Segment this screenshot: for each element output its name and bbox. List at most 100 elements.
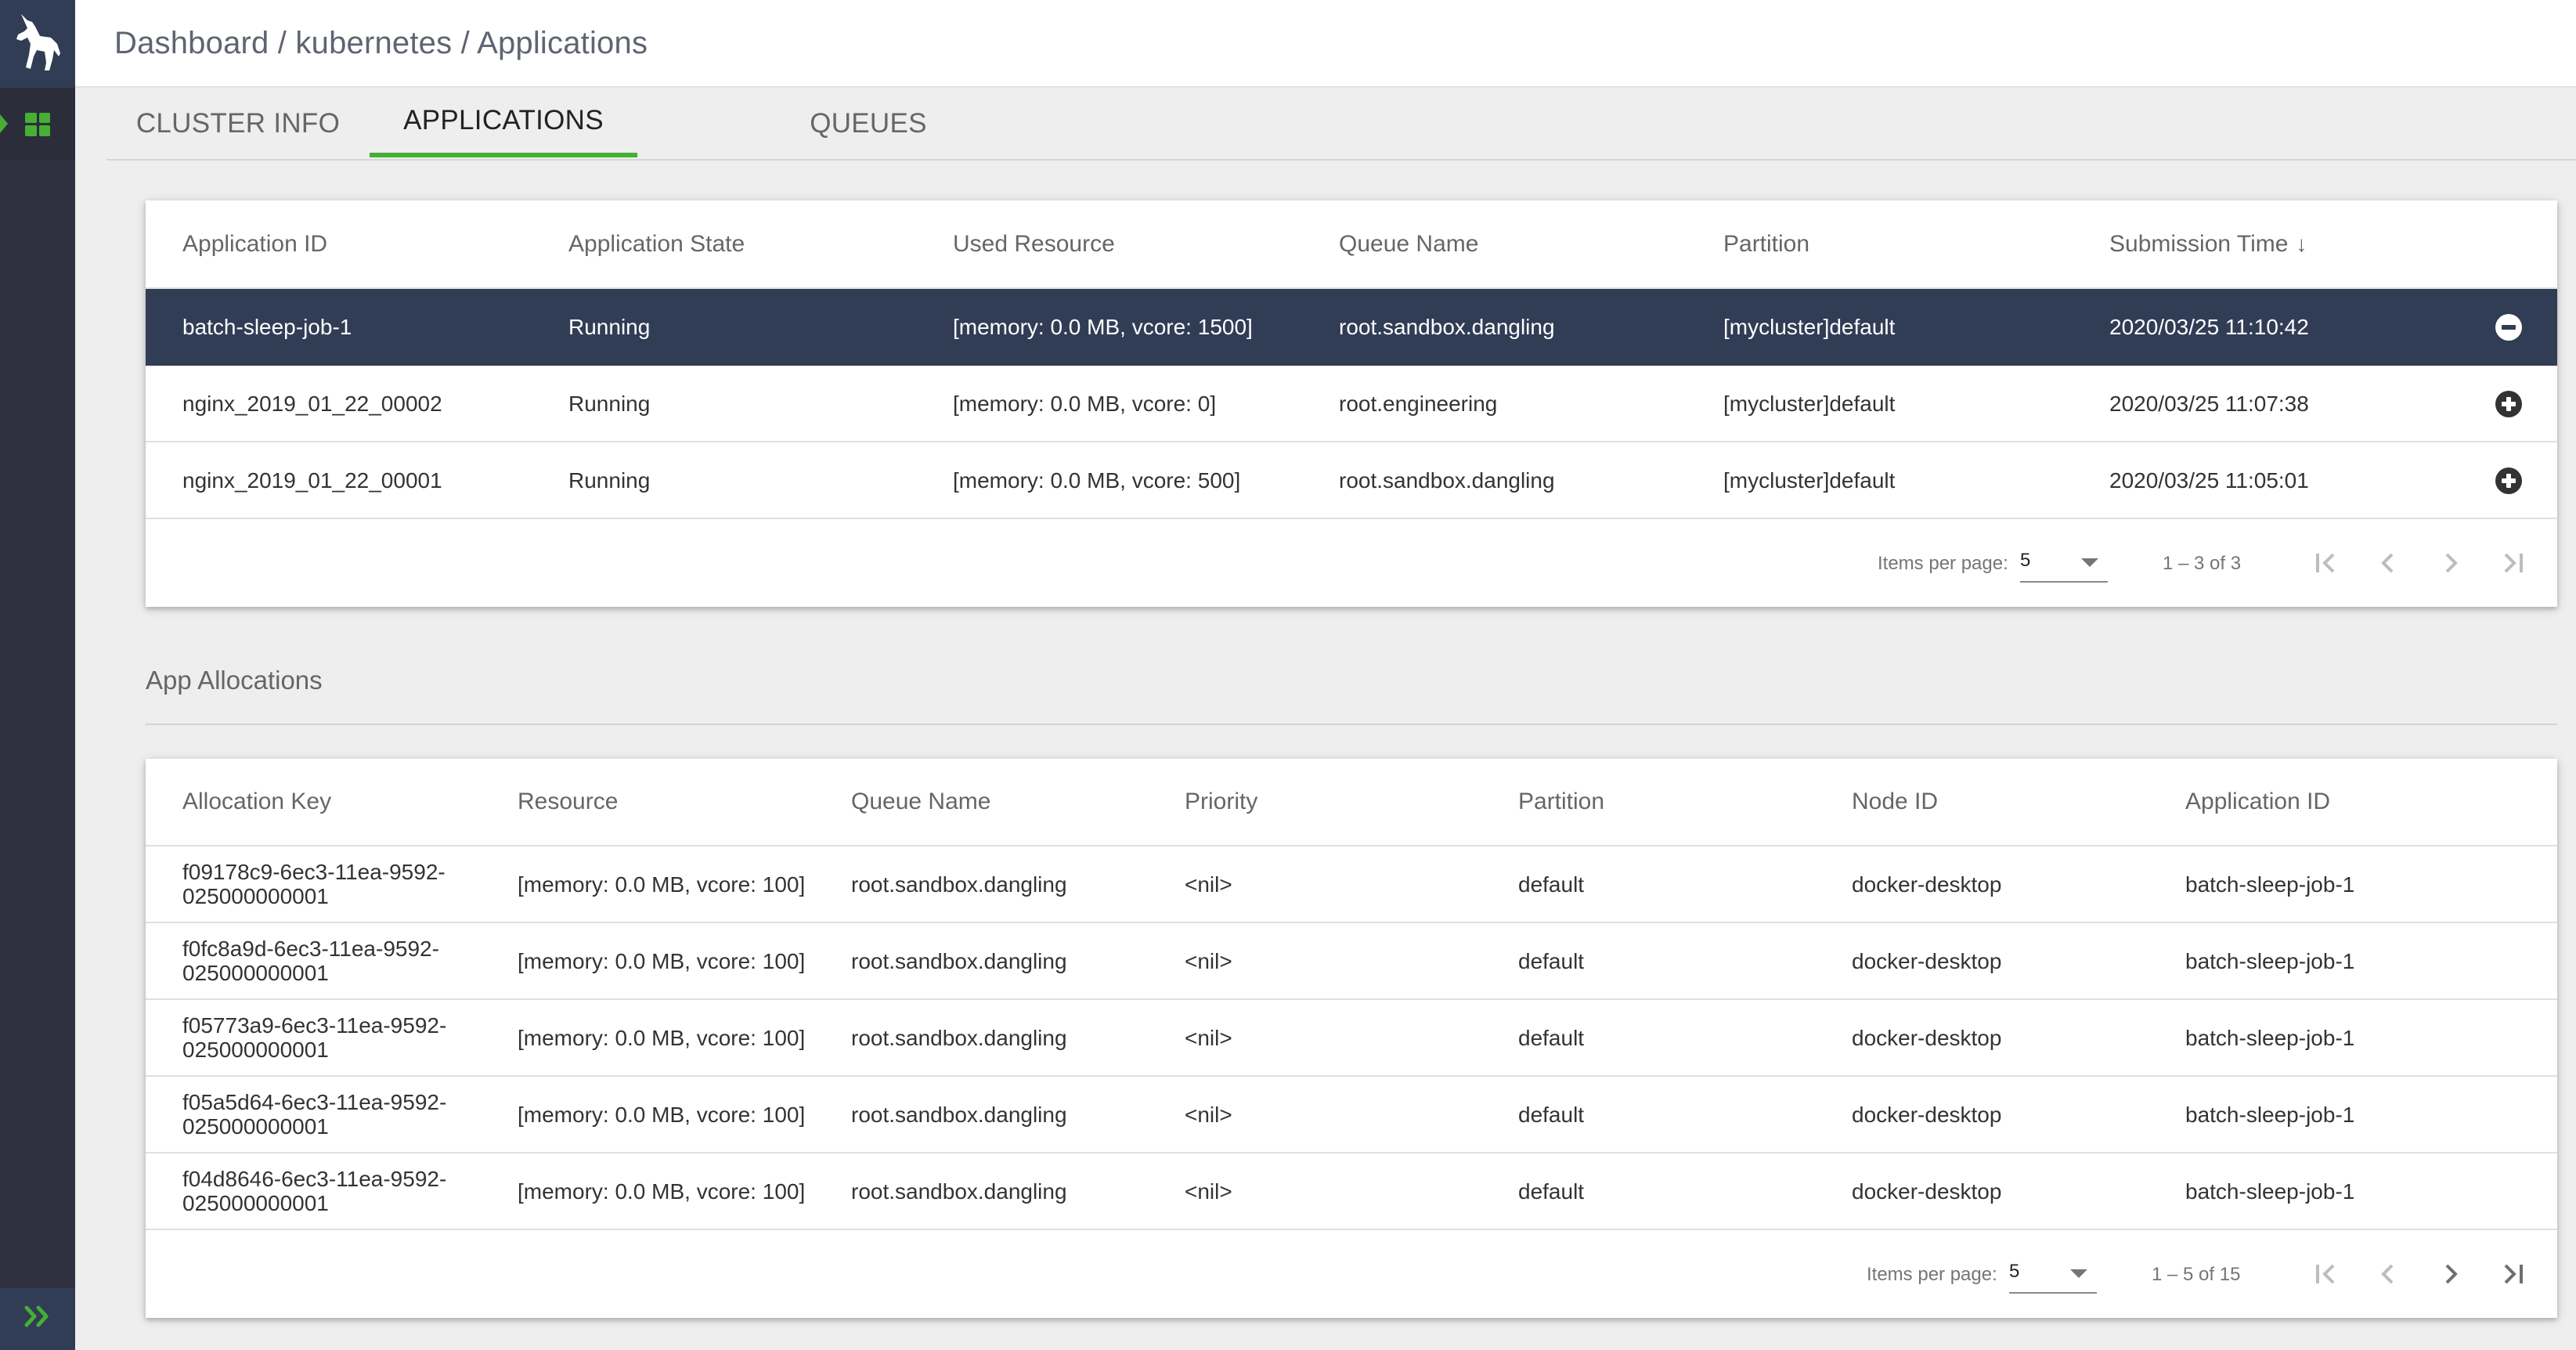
paginator: Items per page: 5 1 – 5 of 15 (146, 1231, 2557, 1318)
cell-node-id: docker-desktop (1852, 1179, 2002, 1204)
logo[interactable] (0, 0, 75, 88)
cell-application-state: Running (568, 391, 651, 416)
column-header-node-id[interactable]: Node ID (1852, 759, 1938, 845)
first-page-button[interactable] (2308, 1256, 2344, 1292)
cell-application-id: batch-sleep-job-1 (2185, 948, 2355, 973)
range-label: 1 – 5 of 15 (2152, 1263, 2241, 1285)
expand-sidebar-button[interactable] (0, 1288, 75, 1350)
cell-used-resource: [memory: 0.0 MB, vcore: 500] (953, 467, 1241, 493)
chevron-right-icon (2445, 553, 2458, 573)
items-per-page-value: 5 (2009, 1261, 2020, 1282)
cell-application-id: batch-sleep-job-1 (2185, 1025, 2355, 1050)
column-header-allocation-key[interactable]: Allocation Key (182, 759, 331, 845)
column-header-priority[interactable]: Priority (1185, 759, 1257, 845)
column-header-queue-name[interactable]: Queue Name (851, 759, 990, 845)
cell-partition: [mycluster]default (1723, 391, 1896, 416)
previous-page-button[interactable] (2370, 1256, 2406, 1292)
chevron-right-icon (2445, 1264, 2458, 1284)
unicorn-logo-icon (10, 11, 65, 78)
last-page-icon (2504, 553, 2523, 573)
cell-allocation-key: f05a5d64-6ec3-11ea-9592-025000000001 (182, 1090, 447, 1139)
cell-node-id: docker-desktop (1852, 1102, 2002, 1127)
table-row[interactable]: batch-sleep-job-1 Running [memory: 0.0 M… (146, 289, 2557, 366)
cell-allocation-key: f04d8646-6ec3-11ea-9592-025000000001 (182, 1167, 447, 1215)
cell-queue-name: root.engineering (1339, 391, 1498, 416)
previous-page-button[interactable] (2370, 545, 2406, 581)
cell-resource: [memory: 0.0 MB, vcore: 100] (518, 872, 806, 897)
items-per-page-label: Items per page: (1867, 1263, 1997, 1285)
cell-queue-name: root.sandbox.dangling (851, 872, 1067, 897)
table-row[interactable]: nginx_2019_01_22_00002 Running [memory: … (146, 366, 2557, 442)
cell-resource: [memory: 0.0 MB, vcore: 100] (518, 948, 806, 973)
cell-partition: default (1518, 1179, 1585, 1204)
cell-priority: <nil> (1185, 1179, 1232, 1204)
breadcrumb: Dashboard / kubernetes / Applications (114, 25, 648, 60)
column-header-partition[interactable]: Partition (1518, 759, 1604, 845)
items-per-page-value: 5 (2020, 550, 2031, 571)
next-page-button[interactable] (2433, 545, 2469, 581)
applications-table: Application ID Application State Used Re… (146, 200, 2557, 607)
column-header-application-state[interactable]: Application State (568, 200, 745, 287)
cell-application-id: batch-sleep-job-1 (2185, 1179, 2355, 1204)
table-row[interactable]: f05a5d64-6ec3-11ea-9592-025000000001 [me… (146, 1077, 2557, 1153)
column-header-queue-name[interactable]: Queue Name (1339, 200, 1478, 287)
section-title-app-allocations: App Allocations (146, 666, 323, 695)
active-indicator-icon (0, 114, 8, 133)
cell-application-state: Running (568, 467, 651, 493)
column-header-resource[interactable]: Resource (518, 759, 618, 845)
cell-queue-name: root.sandbox.dangling (851, 1179, 1067, 1204)
cell-application-id: batch-sleep-job-1 (2185, 872, 2355, 897)
items-per-page-select[interactable]: 5 (2009, 1254, 2097, 1294)
cell-node-id: docker-desktop (1852, 948, 2002, 973)
plus-circle-icon[interactable] (2495, 391, 2522, 417)
table-row[interactable]: nginx_2019_01_22_00001 Running [memory: … (146, 442, 2557, 519)
cell-partition: default (1518, 872, 1585, 897)
cell-priority: <nil> (1185, 872, 1232, 897)
tab-queues[interactable]: QUEUES (702, 88, 1035, 159)
cell-submission-time: 2020/03/25 11:07:38 (2109, 391, 2309, 416)
range-label: 1 – 3 of 3 (2163, 552, 2242, 574)
table-row[interactable]: f09178c9-6ec3-11ea-9592-025000000001 [me… (146, 846, 2557, 923)
cell-allocation-key: f09178c9-6ec3-11ea-9592-025000000001 (182, 860, 446, 908)
cell-partition: [mycluster]default (1723, 314, 1896, 339)
cell-resource: [memory: 0.0 MB, vcore: 100] (518, 1102, 806, 1127)
sidebar (0, 0, 75, 1350)
cell-node-id: docker-desktop (1852, 1025, 2002, 1050)
table-header: Application ID Application State Used Re… (146, 200, 2557, 289)
column-header-used-resource[interactable]: Used Resource (953, 200, 1115, 287)
first-page-icon (2316, 553, 2335, 573)
last-page-button[interactable] (2495, 545, 2531, 581)
first-page-button[interactable] (2308, 545, 2344, 581)
column-header-application-id[interactable]: Application ID (182, 200, 327, 287)
cell-application-id: batch-sleep-job-1 (2185, 1102, 2355, 1127)
allocations-table: Allocation Key Resource Queue Name Prior… (146, 759, 2557, 1318)
tab-applications[interactable]: APPLICATIONS (370, 85, 637, 157)
cell-application-id: nginx_2019_01_22_00002 (182, 391, 442, 416)
cell-queue-name: root.sandbox.dangling (851, 1025, 1067, 1050)
sidebar-item-dashboard[interactable] (0, 88, 75, 161)
column-header-application-id[interactable]: Application ID (2185, 759, 2330, 845)
table-row[interactable]: f04d8646-6ec3-11ea-9592-025000000001 [me… (146, 1153, 2557, 1230)
items-per-page-label: Items per page: (1878, 552, 2008, 574)
minus-circle-icon[interactable] (2495, 314, 2522, 341)
table-row[interactable]: f05773a9-6ec3-11ea-9592-025000000001 [me… (146, 1000, 2557, 1077)
cell-partition: default (1518, 1102, 1585, 1127)
table-row[interactable]: f0fc8a9d-6ec3-11ea-9592-025000000001 [me… (146, 923, 2557, 1000)
chevron-left-icon (2381, 553, 2394, 573)
cell-allocation-key: f05773a9-6ec3-11ea-9592-025000000001 (182, 1013, 447, 1062)
divider (146, 724, 2557, 725)
cell-used-resource: [memory: 0.0 MB, vcore: 0] (953, 391, 1217, 416)
cell-queue-name: root.sandbox.dangling (851, 948, 1067, 973)
column-header-partition[interactable]: Partition (1723, 200, 1809, 287)
items-per-page-select[interactable]: 5 (2020, 543, 2108, 583)
plus-circle-icon[interactable] (2495, 467, 2522, 494)
cell-resource: [memory: 0.0 MB, vcore: 100] (518, 1179, 806, 1204)
last-page-button[interactable] (2495, 1256, 2531, 1292)
next-page-button[interactable] (2433, 1256, 2469, 1292)
dropdown-caret-icon (2081, 558, 2098, 567)
cell-queue-name: root.sandbox.dangling (851, 1102, 1067, 1127)
table-header: Allocation Key Resource Queue Name Prior… (146, 759, 2557, 846)
tab-cluster-info[interactable]: CLUSTER INFO (106, 88, 370, 159)
header: Dashboard / kubernetes / Applications (75, 0, 2576, 88)
column-header-submission-time[interactable]: Submission Time ↓ (2109, 200, 2307, 287)
